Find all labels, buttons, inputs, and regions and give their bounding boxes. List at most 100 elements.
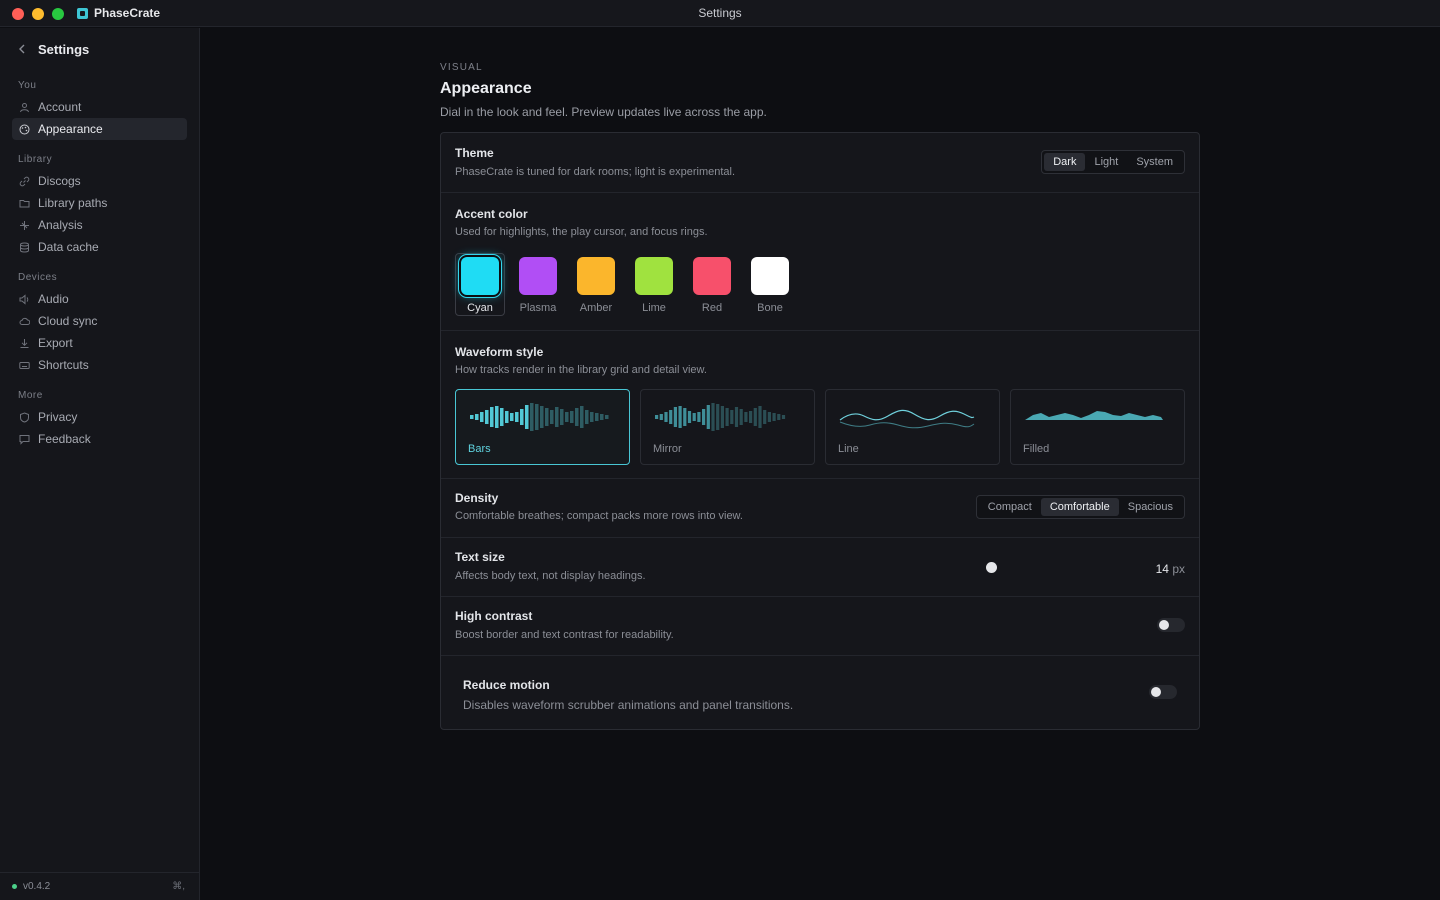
sidebar-header: Settings: [18, 42, 89, 57]
reduce-motion-toggle[interactable]: [1149, 685, 1177, 699]
swatch-label: Lime: [642, 302, 666, 314]
sidebar-group-you: You: [18, 80, 37, 91]
waveform-bar: [711, 403, 715, 431]
speaker-icon: [19, 293, 30, 305]
sidebar-item-label: Shortcuts: [38, 358, 89, 372]
theme-segmented-control: Dark Light System: [1041, 150, 1185, 174]
waveform-bar: [744, 412, 748, 422]
waveform-bar: [530, 403, 534, 431]
sidebar-item-label: Appearance: [38, 122, 103, 136]
theme-option-system[interactable]: System: [1127, 153, 1182, 171]
waveform-option-mirror[interactable]: Mirror: [640, 389, 815, 465]
waveform-bar: [678, 406, 682, 428]
waveform-bar: [697, 412, 701, 422]
waveform-option-bars[interactable]: Bars: [455, 389, 630, 465]
accent-title: Accent color: [455, 207, 528, 221]
status-dot-icon: [12, 884, 17, 889]
waveform-option-label: Line: [838, 443, 859, 455]
waveform-option-label: Mirror: [653, 443, 682, 455]
sparkle-icon: [19, 220, 30, 231]
waveform-bar: [575, 408, 579, 426]
waveform-option-filled[interactable]: Filled: [1010, 389, 1185, 465]
settings-card: Theme PhaseCrate is tuned for dark rooms…: [440, 132, 1200, 730]
sidebar-item-label: Audio: [38, 292, 69, 306]
keyboard-icon: [19, 360, 30, 371]
waveform-bar: [739, 409, 743, 425]
waveform-option-label: Bars: [468, 443, 491, 455]
sidebar-item-analysis[interactable]: Analysis: [12, 214, 187, 236]
sidebar-item-feedback[interactable]: Feedback: [12, 428, 187, 450]
sidebar-item-appearance[interactable]: Appearance: [12, 118, 187, 140]
sidebar-item-export[interactable]: Export: [12, 332, 187, 354]
text-size-description: Affects body text, not display headings.: [455, 570, 646, 582]
sidebar-item-data-cache[interactable]: Data cache: [12, 236, 187, 258]
shortcut-hint: ⌘,: [172, 881, 185, 892]
waveform-bar: [777, 414, 781, 420]
swatch-bone[interactable]: Bone: [745, 253, 795, 316]
swatch-cyan[interactable]: Cyan: [455, 253, 505, 316]
theme-title: Theme: [455, 146, 494, 160]
sidebar-item-audio[interactable]: Audio: [12, 288, 187, 310]
swatch-plasma[interactable]: Plasma: [513, 253, 563, 316]
swatch-color: [693, 257, 731, 295]
accent-swatches: Cyan Plasma Amber Lime Red Bone: [455, 253, 795, 316]
swatch-label: Amber: [579, 302, 613, 314]
waveform-bar: [720, 406, 724, 428]
waveform-bar: [725, 408, 729, 426]
sidebar-item-label: Library paths: [38, 196, 108, 210]
density-option-comfortable[interactable]: Comfortable: [1040, 498, 1119, 516]
waveform-bar: [525, 405, 529, 429]
waveform-bar: [480, 412, 484, 422]
waveform-bar: [495, 406, 499, 428]
theme-row: Theme PhaseCrate is tuned for dark rooms…: [441, 133, 1199, 193]
swatch-lime[interactable]: Lime: [629, 253, 679, 316]
waveform-bar: [545, 408, 549, 426]
title-bar: PhaseCrate Settings: [0, 0, 1440, 27]
high-contrast-row: High contrast Boost border and text cont…: [441, 597, 1199, 656]
swatch-red[interactable]: Red: [687, 253, 737, 316]
sidebar-item-library-paths[interactable]: Library paths: [12, 192, 187, 214]
text-size-title: Text size: [455, 550, 505, 564]
density-option-compact[interactable]: Compact: [979, 498, 1041, 516]
sidebar: Settings You Account Appearance Library …: [0, 28, 200, 900]
density-option-spacious[interactable]: Spacious: [1119, 498, 1182, 516]
theme-option-light[interactable]: Light: [1085, 153, 1127, 171]
sidebar-item-label: Data cache: [38, 240, 99, 254]
download-icon: [19, 338, 30, 349]
waveform-bar: [767, 412, 771, 422]
main-content: VISUAL Appearance Dial in the look and f…: [200, 28, 1440, 900]
version-label: v0.4.2: [23, 881, 51, 892]
theme-option-dark[interactable]: Dark: [1044, 153, 1086, 171]
sidebar-item-shortcuts[interactable]: Shortcuts: [12, 354, 187, 376]
waveform-bar: [683, 408, 687, 426]
density-segmented-control: Compact Comfortable Spacious: [975, 495, 1185, 519]
sidebar-item-account[interactable]: Account: [12, 96, 187, 118]
high-contrast-toggle[interactable]: [1157, 618, 1185, 632]
waveform-row: Waveform style How tracks render in the …: [441, 331, 1199, 479]
sidebar-item-label: Discogs: [38, 174, 81, 188]
reduce-motion-description: Disables waveform scrubber animations an…: [463, 698, 794, 712]
sidebar-item-discogs[interactable]: Discogs: [12, 170, 187, 192]
swatch-amber[interactable]: Amber: [571, 253, 621, 316]
waveform-bar: [490, 407, 494, 427]
waveform-bar: [692, 413, 696, 421]
sidebar-item-privacy[interactable]: Privacy: [12, 406, 187, 428]
chevron-left-icon[interactable]: [18, 43, 26, 57]
sidebar-item-cloud-sync[interactable]: Cloud sync: [12, 310, 187, 332]
waveform-description: How tracks render in the library grid an…: [455, 364, 707, 376]
sidebar-group-more: More: [18, 390, 43, 401]
palette-icon: [19, 124, 30, 135]
waveform-bar: [758, 406, 762, 428]
page-description: Dial in the look and feel. Preview updat…: [440, 105, 767, 119]
waveform-bar: [500, 408, 504, 426]
sidebar-item-label: Cloud sync: [38, 314, 98, 328]
waveform-bar: [669, 410, 673, 424]
waveform-option-line[interactable]: Line: [825, 389, 1000, 465]
text-size-value: 14 px: [1156, 562, 1185, 576]
waveform-bar: [687, 411, 692, 423]
text-size-slider-thumb[interactable]: [986, 562, 997, 573]
sidebar-item-label: Account: [38, 100, 82, 114]
waveform-bar: [763, 410, 767, 424]
waveform-bar: [470, 415, 474, 419]
waveform-bar: [655, 415, 659, 419]
